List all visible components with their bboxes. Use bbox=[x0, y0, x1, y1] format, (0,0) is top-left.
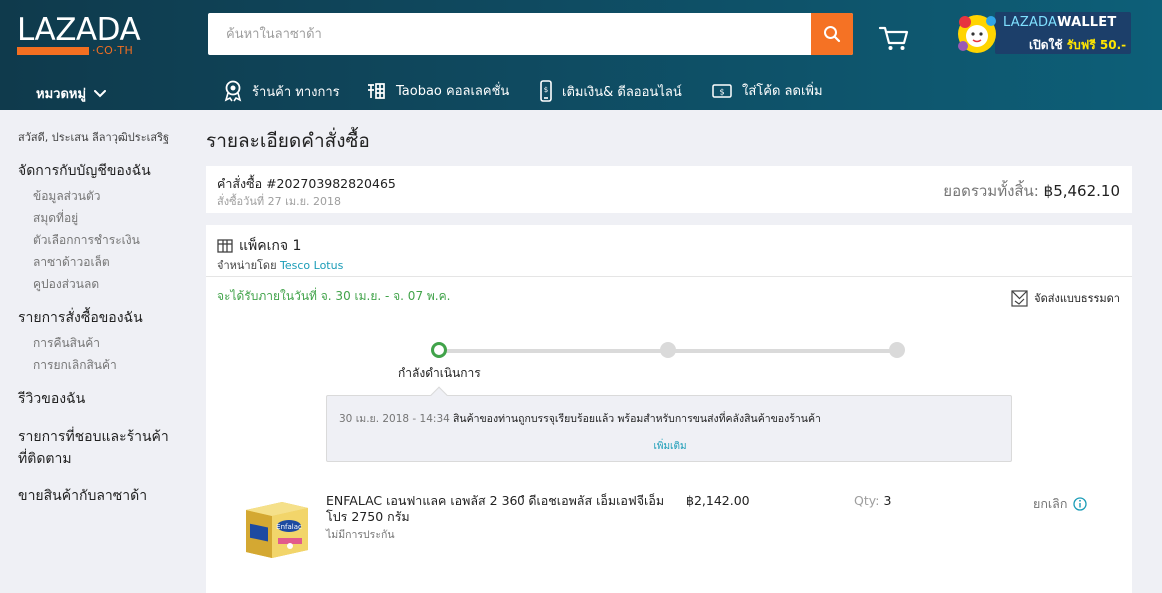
sidebar-item-address-book[interactable]: สมุดที่อยู่ bbox=[33, 209, 78, 228]
tracking-log: 30 เม.ย. 2018 - 14:34 สินค้าของท่านถูกบร… bbox=[326, 386, 1013, 462]
product-warranty: ไม่มีการประกัน bbox=[326, 529, 395, 541]
logo-bar bbox=[17, 47, 89, 55]
package-seller: จำหน่ายโดย Tesco Lotus bbox=[217, 256, 343, 274]
shipping-method-label: จัดส่งแบบธรรมดา bbox=[1034, 292, 1120, 305]
cancel-item-button[interactable]: ยกเลิก bbox=[1033, 494, 1088, 514]
mobile-topup-icon: $ bbox=[540, 80, 552, 102]
shipping-box-icon bbox=[1011, 289, 1028, 307]
category-menu[interactable]: หมวดหมู่ bbox=[36, 83, 107, 104]
logo-text: LAZADA bbox=[17, 12, 141, 48]
quantity-label: Qty: bbox=[854, 493, 880, 508]
lazada-logo[interactable]: LAZADA ·CO·TH bbox=[17, 12, 141, 58]
sidebar-item-wallet[interactable]: ลาซาด้าวอเล็ต bbox=[33, 253, 110, 272]
nav-item-voucher[interactable]: $ ใส่โค้ด ลดเพิ่ม bbox=[712, 80, 823, 101]
sidebar-heading-reviews[interactable]: รีวิวของฉัน bbox=[18, 388, 85, 410]
info-icon[interactable] bbox=[1073, 497, 1088, 511]
nav-label: ใส่โค้ด ลดเพิ่ม bbox=[742, 84, 823, 99]
progress-step-processing bbox=[431, 342, 447, 358]
seller-prefix: จำหน่ายโดย bbox=[217, 259, 277, 272]
logo-domain: ·CO·TH bbox=[92, 44, 134, 57]
cart-icon bbox=[878, 26, 909, 50]
order-summary-card: คำสั่งซื้อ #202703982820465 สั่งซื้อวันท… bbox=[206, 166, 1132, 213]
order-date: สั่งซื้อวันที่ 27 เม.ย. 2018 bbox=[217, 195, 342, 208]
order-total: ยอดรวมทั้งสิ้น: ฿5,462.10 bbox=[943, 179, 1120, 203]
package-card: แพ็คเกจ 1 จำหน่ายโดย Tesco Lotus จะได้รั… bbox=[206, 225, 1132, 593]
svg-text:$: $ bbox=[719, 87, 724, 96]
nav-item-taobao[interactable]: Taobao คอลเลคชั่น bbox=[366, 80, 509, 101]
cancel-label: ยกเลิก bbox=[1033, 496, 1068, 511]
account-sidebar: สวัสดี, ประเสน ลีลาวุฒิประเสริฐ จัดการกั… bbox=[0, 110, 190, 593]
search-bar bbox=[208, 13, 853, 55]
svg-text:$: $ bbox=[544, 86, 548, 94]
current-step-label: กำลังดำเนินการ bbox=[398, 366, 481, 380]
order-total-label: ยอดรวมทั้งสิ้น: bbox=[943, 182, 1039, 200]
package-title-text: แพ็คเกจ 1 bbox=[239, 238, 302, 254]
search-icon bbox=[824, 26, 841, 43]
main-nav: หมวดหมู่ ร้านค้า ทางการ Taobao คอลเลคชั่… bbox=[0, 72, 1162, 110]
nav-label: ร้านค้า ทางการ bbox=[252, 84, 340, 100]
sidebar-heading-orders[interactable]: รายการสั่งซื้อของฉัน bbox=[18, 307, 143, 329]
sidebar-item-cancellations[interactable]: การยกเลิกสินค้า bbox=[33, 356, 117, 375]
sidebar-item-vouchers[interactable]: คูปองส่วนลด bbox=[33, 275, 99, 294]
delivery-estimate: จะได้รับภายในวันที่ จ. 30 เม.ย. - จ. 07 … bbox=[217, 289, 451, 303]
progress-step-delivered bbox=[889, 342, 905, 358]
wallet-title: LAZADAWALLET bbox=[1003, 15, 1117, 30]
page-title: รายละเอียดคำสั่งซื้อ bbox=[206, 130, 370, 152]
sidebar-heading-wishlist[interactable]: รายการที่ชอบและร้านค้า ที่ติดตาม bbox=[18, 426, 169, 470]
product-name[interactable]: ENFALAC เอนฟาแลค เอพลัส 2 360ํ ดีเอชเอพล… bbox=[326, 493, 671, 525]
category-label: หมวดหมู่ bbox=[36, 87, 87, 102]
sidebar-heading-sell[interactable]: ขายสินค้ากับลาซาด้า bbox=[18, 485, 147, 507]
package-icon bbox=[217, 239, 233, 253]
site-header: LAZADA ·CO·TH LAZ bbox=[0, 0, 1162, 110]
log-timestamp: 30 เม.ย. 2018 - 14:34 bbox=[339, 413, 450, 425]
wishlist-line-2: ที่ติดตาม bbox=[18, 451, 72, 467]
sidebar-item-payment-options[interactable]: ตัวเลือกการชำระเงิน bbox=[33, 231, 140, 250]
sidebar-item-returns[interactable]: การคืนสินค้า bbox=[33, 334, 100, 353]
wishlist-line-1: รายการที่ชอบและร้านค้า bbox=[18, 429, 169, 445]
wallet-banner[interactable]: LAZADAWALLET เปิดใช้ รับฟรี 50.- bbox=[955, 12, 1131, 56]
seller-link[interactable]: Tesco Lotus bbox=[280, 259, 343, 272]
svg-text:Enfalac: Enfalac bbox=[276, 523, 302, 531]
chevron-down-icon bbox=[94, 89, 107, 97]
user-greeting: สวัสดี, ประเสน ลีลาวุฒิประเสริฐ bbox=[18, 131, 170, 144]
order-total-value: ฿5,462.10 bbox=[1043, 182, 1120, 200]
nav-item-official-store[interactable]: ร้านค้า ทางการ bbox=[224, 80, 340, 102]
package-header: แพ็คเกจ 1 จำหน่ายโดย Tesco Lotus bbox=[206, 225, 1132, 277]
sidebar-heading-account[interactable]: จัดการกับบัญชีของฉัน bbox=[18, 160, 151, 182]
taobao-icon bbox=[368, 82, 385, 99]
order-number: คำสั่งซื้อ #202703982820465 bbox=[217, 176, 396, 191]
progress-step-shipped bbox=[660, 342, 676, 358]
sidebar-item-profile[interactable]: ข้อมูลส่วนตัว bbox=[33, 187, 100, 206]
quantity-value: 3 bbox=[883, 493, 892, 508]
product-quantity: Qty: 3 bbox=[854, 493, 891, 508]
shipping-method: จัดส่งแบบธรรมดา bbox=[1011, 289, 1120, 307]
wallet-mascot-icon bbox=[958, 15, 996, 53]
product-image[interactable]: Enfalac bbox=[242, 498, 312, 560]
log-more-link[interactable]: เพิ่มเติม bbox=[327, 439, 1013, 454]
cart-button[interactable] bbox=[878, 22, 910, 52]
search-button[interactable] bbox=[811, 13, 853, 55]
log-message: สินค้าของท่านถูกบรรจุเรียบร้อยแล้ว พร้อม… bbox=[453, 413, 821, 425]
official-store-icon bbox=[224, 80, 242, 102]
voucher-icon: $ bbox=[712, 83, 732, 98]
wallet-promo: เปิดใช้ รับฟรี 50.- bbox=[1029, 38, 1127, 52]
package-title: แพ็คเกจ 1 bbox=[217, 235, 301, 257]
product-price: ฿2,142.00 bbox=[686, 493, 750, 508]
nav-label: Taobao คอลเลคชั่น bbox=[396, 84, 510, 99]
nav-item-topup[interactable]: $ เติมเงิน& ดีลออนไลน์ bbox=[540, 80, 682, 102]
tracking-log-pointer bbox=[430, 386, 448, 404]
search-input[interactable] bbox=[208, 13, 811, 55]
nav-label: เติมเงิน& ดีลออนไลน์ bbox=[562, 84, 682, 100]
